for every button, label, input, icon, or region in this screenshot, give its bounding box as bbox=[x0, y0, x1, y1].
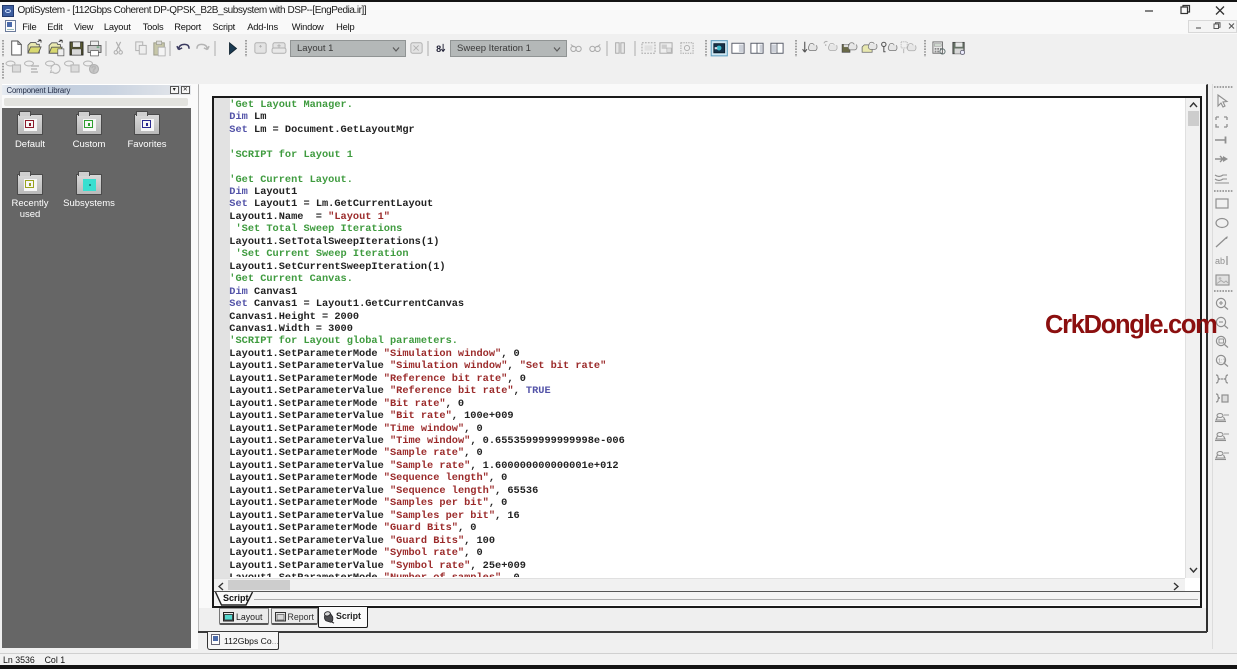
svg-text:8: 8 bbox=[436, 44, 441, 54]
svg-text:?: ? bbox=[92, 65, 97, 74]
svg-text:ab: ab bbox=[1215, 256, 1225, 266]
svg-text:1:1: 1:1 bbox=[1218, 359, 1226, 365]
